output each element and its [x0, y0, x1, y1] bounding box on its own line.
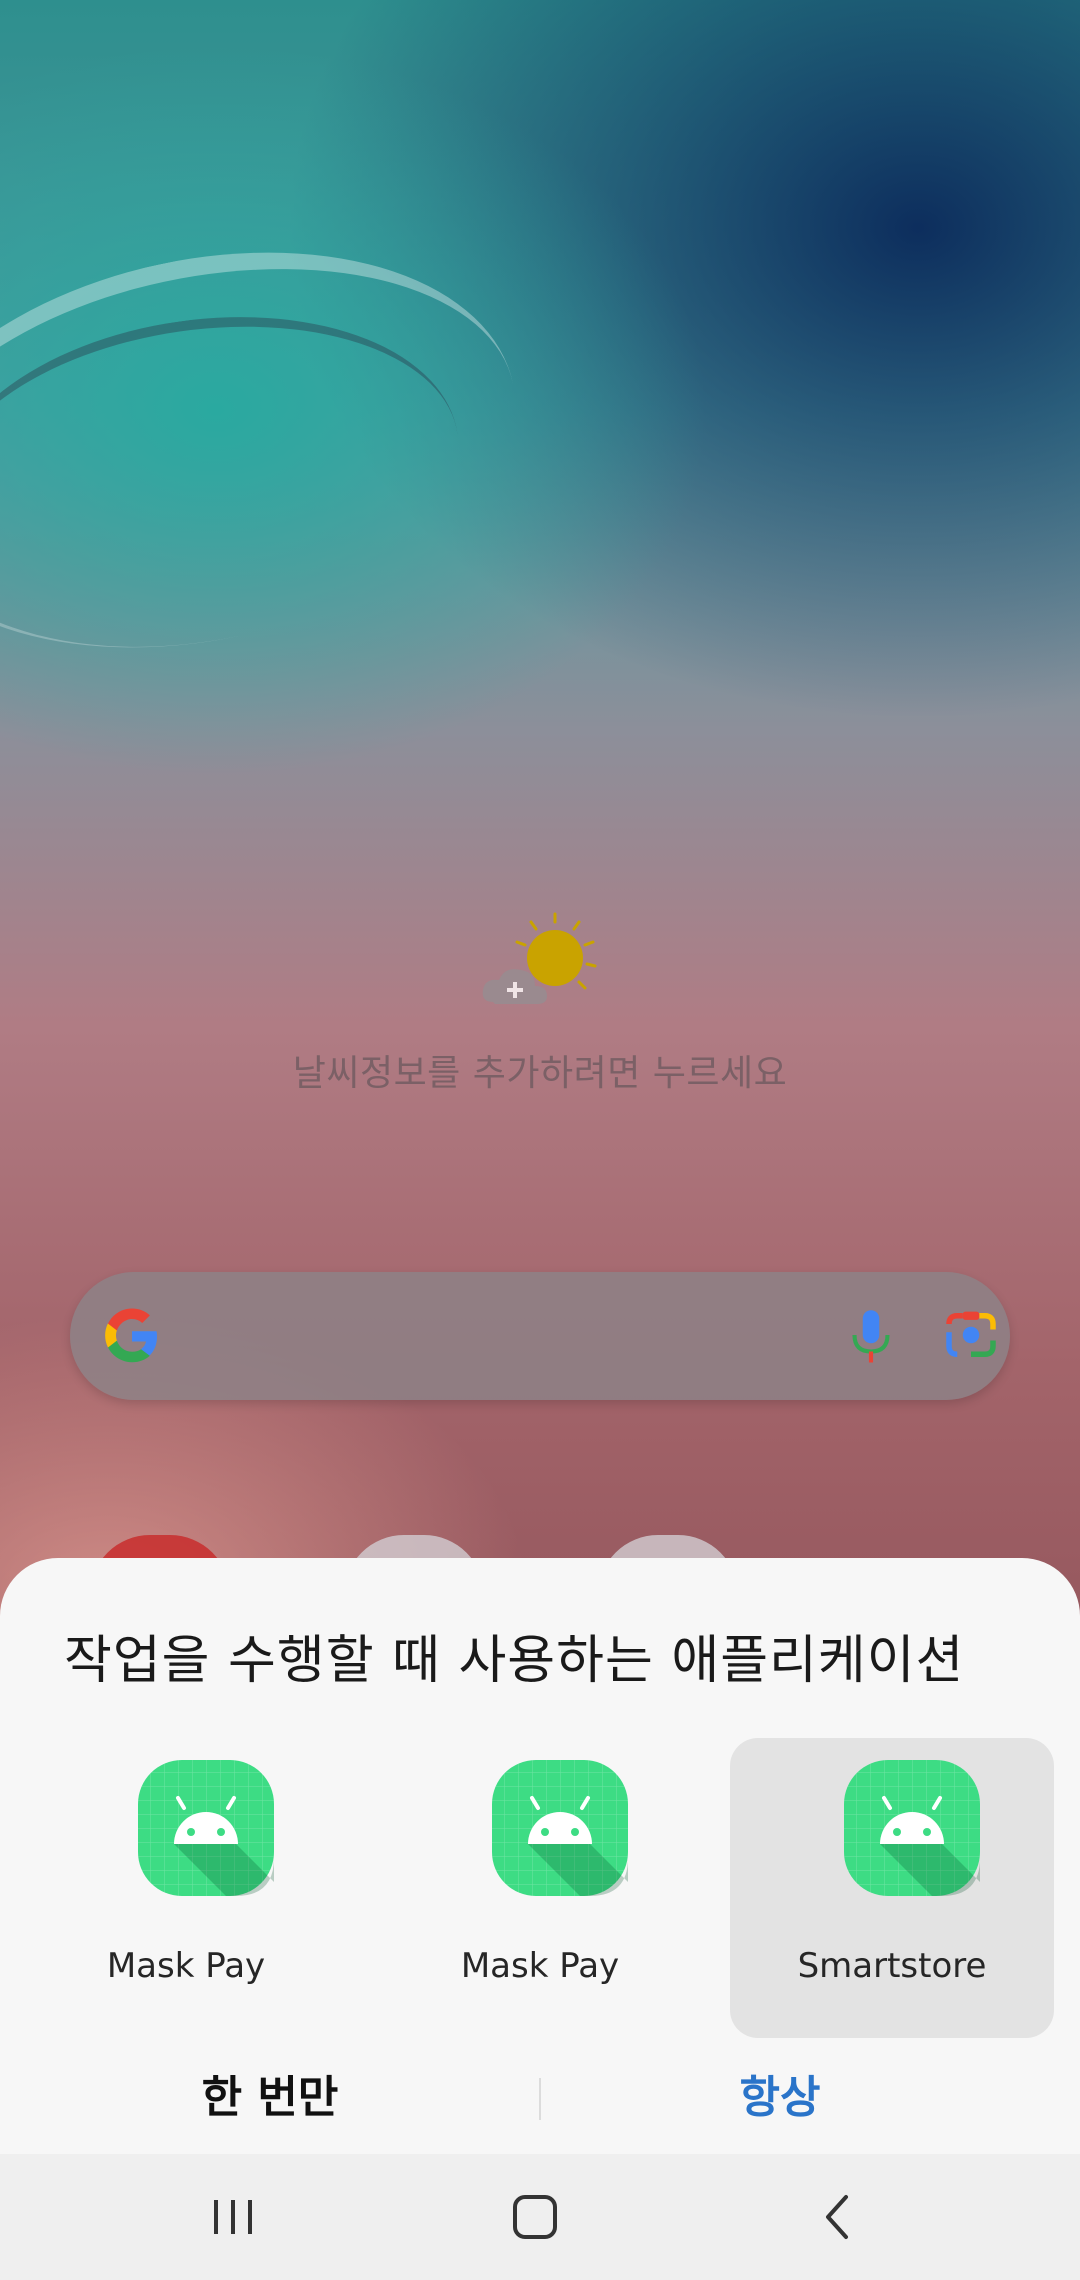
home-screen: 날씨정보를 추가하려면 누르세요 작업을 수행할 때 사용하는 애플리케이션 M… — [0, 0, 1080, 2280]
app-chooser-sheet: 작업을 수행할 때 사용하는 애플리케이션 Mask Pay Mask Pay … — [0, 1558, 1080, 2154]
chooser-title: 작업을 수행할 때 사용하는 애플리케이션 — [64, 1631, 965, 1691]
android-app-icon — [844, 1760, 980, 1896]
chooser-app-label: Mask Pay — [460, 1946, 620, 1986]
microphone-icon[interactable] — [838, 1302, 904, 1368]
google-g-icon — [105, 1308, 157, 1363]
chooser-app-label: Smartstore — [797, 1946, 987, 1986]
android-app-icon — [492, 1760, 628, 1896]
always-button[interactable]: 항상 — [540, 2048, 1020, 2148]
android-app-icon — [138, 1760, 274, 1896]
home-icon[interactable] — [500, 2182, 570, 2252]
google-search-bar[interactable] — [70, 1272, 1010, 1400]
chooser-actions: 한 번만 항상 — [0, 2048, 1080, 2148]
weather-prompt[interactable]: 날씨정보를 추가하려면 누르세요 — [0, 1044, 1080, 1096]
recents-icon[interactable] — [198, 2182, 268, 2252]
back-icon[interactable] — [802, 2182, 872, 2252]
just-once-button[interactable]: 한 번만 — [0, 2048, 540, 2148]
chooser-app-mask-pay-2[interactable]: Mask Pay — [378, 1738, 702, 2038]
navigation-bar — [0, 2154, 1080, 2280]
chooser-app-mask-pay-1[interactable]: Mask Pay — [24, 1738, 348, 2038]
chooser-app-label: Mask Pay — [106, 1946, 266, 1986]
weather-widget[interactable]: 날씨정보를 추가하려면 누르세요 — [0, 910, 1080, 1096]
weather-add-icon — [482, 912, 597, 1004]
google-lens-icon[interactable] — [938, 1302, 1004, 1368]
chooser-app-smartstore[interactable]: Smartstore — [730, 1738, 1054, 2038]
